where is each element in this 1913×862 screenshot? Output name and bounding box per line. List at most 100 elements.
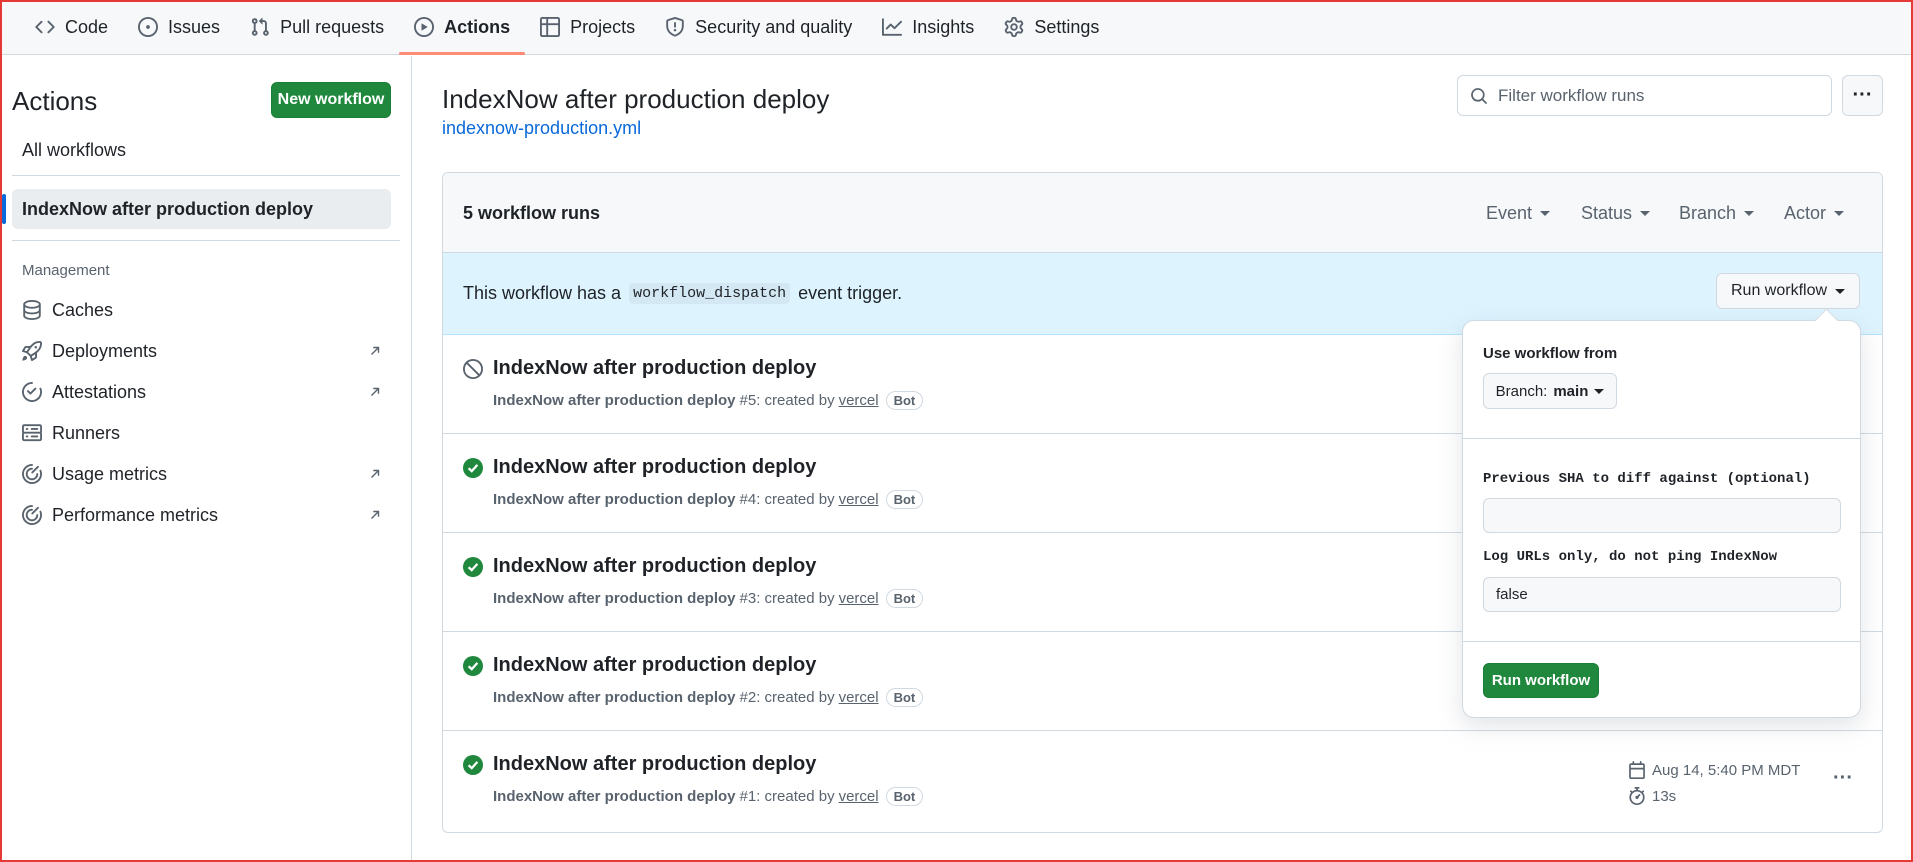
sidebar-item-usage-metrics[interactable]: Usage metrics [22,457,382,491]
run-duration-text[interactable]: 13s [1652,788,1676,805]
run-user-link[interactable]: vercel [839,392,879,409]
run-user-link[interactable]: vercel [839,788,879,805]
use-workflow-from-label: Use workflow from [1483,345,1618,362]
run-number: #1: created by [739,788,835,805]
tab-code[interactable]: Code [20,0,123,55]
filter-label: Branch [1679,203,1737,223]
filter-label: Event [1486,203,1533,223]
bot-badge: Bot [885,787,924,806]
run-meta: IndexNow after production deploy #5: crea… [493,391,924,410]
all-workflows-link[interactable]: All workflows [22,140,126,161]
page-title: IndexNow after production deploy [442,84,830,114]
status-filter[interactable]: Status [1581,203,1651,224]
sidebar-item-attestations[interactable]: Attestations [22,375,382,409]
bot-badge: Bot [885,688,924,707]
run-title[interactable]: IndexNow after production deploy [493,357,816,380]
database-icon [23,300,41,320]
run-title[interactable]: IndexNow after production deploy [493,654,816,677]
branch-filter[interactable]: Branch [1679,203,1755,224]
verified-icon [22,382,42,402]
run-row[interactable]: IndexNow after production deploy IndexNo… [443,731,1882,830]
caret-down-icon [1594,388,1605,394]
dispatch-suffix: event trigger. [798,283,903,303]
success-check-icon [463,458,483,478]
dispatch-message: This workflow has a workflow_dispatch ev… [463,283,902,304]
run-user-link[interactable]: vercel [839,590,879,607]
tab-security[interactable]: Security and quality [650,0,867,55]
stopwatch-icon [1629,787,1645,805]
tab-issues[interactable]: Issues [123,0,235,55]
run-more-button[interactable]: ··· [1833,767,1853,790]
run-meta: IndexNow after production deploy #3: crea… [493,589,924,608]
success-check-icon [463,557,483,577]
run-workflow-dropdown-button[interactable]: Run workflow [1716,273,1860,309]
tab-label: Issues [168,16,221,37]
success-check-icon [463,755,483,775]
caret-down-icon [1744,211,1755,216]
cancelled-icon [463,359,483,379]
table-icon [540,17,561,37]
caret-down-icon [1640,211,1651,216]
filter-label: Actor [1784,203,1827,223]
tab-projects[interactable]: Projects [525,0,650,55]
workflow-file-link[interactable]: indexnow-production.yml [442,118,641,139]
sidebar: Actions New workflow All workflows Index… [0,56,412,862]
run-workflow-submit-button[interactable]: Run workflow [1483,663,1599,698]
external-arrow-icon [371,387,380,396]
branch-select-button[interactable]: Branch: main [1483,373,1617,409]
more-options-button[interactable]: ··· [1842,75,1883,116]
sha-input[interactable] [1483,498,1841,533]
meter-icon [22,464,42,484]
tab-label: Pull requests [280,16,385,37]
sidebar-item-caches[interactable]: Caches [22,293,382,327]
run-user-link[interactable]: vercel [839,689,879,706]
run-meta: IndexNow after production deploy #1: crea… [493,787,924,806]
run-title[interactable]: IndexNow after production deploy [493,555,816,578]
filter-runs-field[interactable] [1457,75,1832,116]
sidebar-item-label: Deployments [52,340,158,361]
kebab-icon: ··· [1833,767,1853,789]
button-label: Run workflow [1730,282,1828,299]
sidebar-item-label: Runners [52,422,121,443]
tab-insights[interactable]: Insights [867,0,989,55]
success-check-icon [463,656,483,676]
dispatch-code: workflow_dispatch [629,283,791,304]
run-number: #4: created by [739,491,835,508]
run-meta: IndexNow after production deploy #2: crea… [493,688,924,707]
sidebar-item-selected-workflow[interactable]: IndexNow after production deploy [12,189,391,229]
tab-pull-requests[interactable]: Pull requests [235,0,399,55]
divider [1463,641,1860,642]
tab-label: Settings [1034,16,1100,37]
meter-icon [22,505,42,525]
sha-input-label: Previous SHA to diff against (optional) [1483,471,1811,487]
play-icon [414,17,435,37]
run-workflow-name: IndexNow after production deploy [493,392,736,409]
runs-count: 5 workflow runs [463,203,601,223]
selected-indicator [2,194,6,224]
tab-settings[interactable]: Settings [989,0,1114,55]
run-user-link[interactable]: vercel [839,491,879,508]
run-workflow-popover: Use workflow from Branch: main Previous … [1462,320,1861,718]
filter-runs-input[interactable] [1498,85,1818,106]
new-workflow-button[interactable]: New workflow [271,82,391,118]
bot-badge: Bot [885,589,924,608]
event-filter[interactable]: Event [1486,203,1551,224]
sidebar-item-performance-metrics[interactable]: Performance metrics [22,498,382,532]
tab-actions[interactable]: Actions [399,0,526,55]
run-title[interactable]: IndexNow after production deploy [493,753,816,776]
run-title[interactable]: IndexNow after production deploy [493,456,816,479]
branch-prefix: Branch: [1495,382,1548,400]
run-number: #2: created by [739,689,835,706]
actor-filter[interactable]: Actor [1784,203,1845,224]
log-only-input[interactable]: false [1483,577,1841,612]
code-icon [35,20,55,34]
dispatch-prefix: This workflow has a [463,283,622,303]
run-date: Aug 14, 5:40 PM MDT [1628,761,1800,779]
sidebar-item-deployments[interactable]: Deployments [22,334,382,368]
shield-icon [666,17,684,37]
external-arrow-icon [371,510,380,519]
pull-request-icon [251,17,269,36]
sidebar-item-runners[interactable]: Runners [22,416,382,450]
kebab-icon: ··· [1852,84,1873,106]
calendar-icon [1629,761,1645,779]
